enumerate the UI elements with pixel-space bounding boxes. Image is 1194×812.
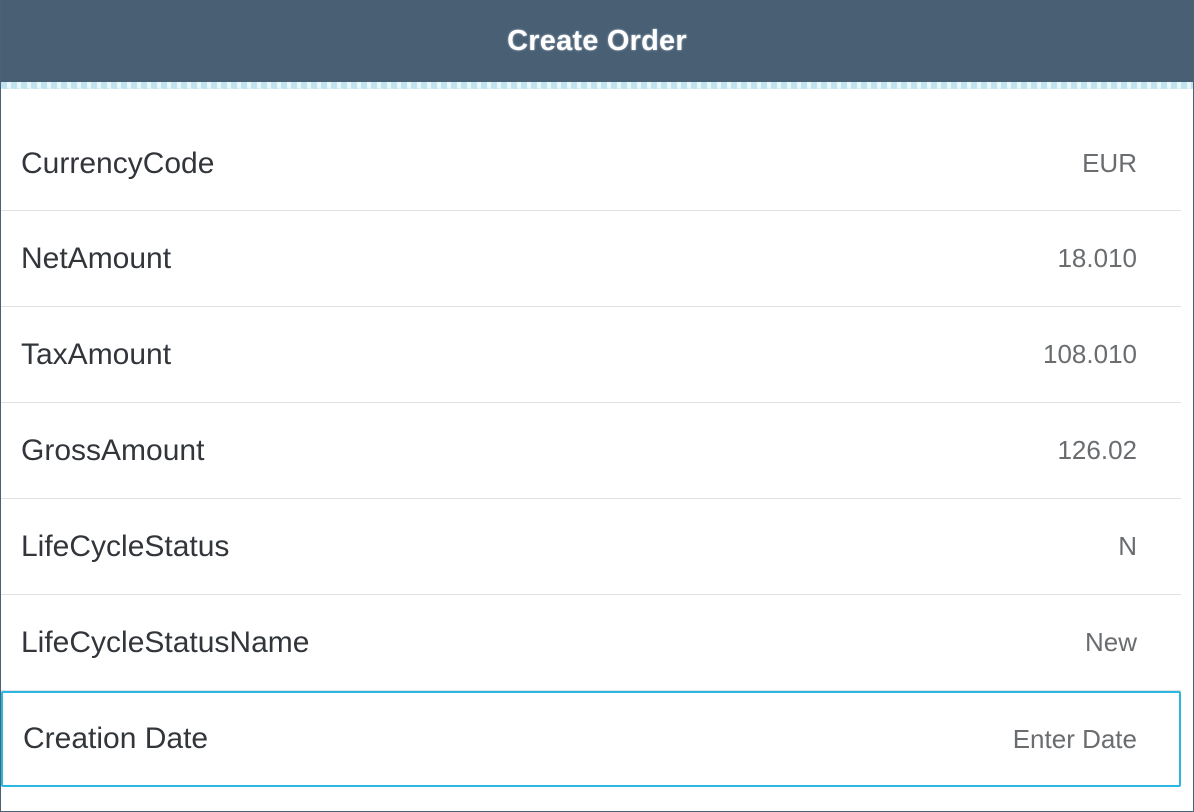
field-value: New: [1084, 627, 1137, 657]
field-value: 126.02: [1057, 435, 1137, 465]
page-title: Create Order: [507, 24, 687, 57]
field-row-tax-amount[interactable]: TaxAmount 108.010: [1, 307, 1181, 403]
field-label: CurrencyCode: [21, 146, 215, 180]
field-row-currency-code[interactable]: CurrencyCode EUR: [1, 117, 1181, 211]
order-field-list: CurrencyCode EUR NetAmount 18.010 TaxAmo…: [1, 117, 1193, 787]
creation-date-placeholder[interactable]: Enter Date: [1013, 724, 1137, 755]
field-label: LifeCycleStatusName: [21, 625, 310, 659]
field-value: EUR: [1082, 148, 1137, 178]
field-label: TaxAmount: [21, 337, 172, 371]
field-row-gross-amount[interactable]: GrossAmount 126.02: [1, 403, 1181, 499]
field-label: NetAmount: [21, 241, 172, 275]
create-order-screen: Create Order CurrencyCode EUR NetAmount …: [0, 0, 1194, 812]
field-value: 108.010: [1043, 339, 1137, 369]
field-value: N: [1118, 531, 1137, 561]
creation-date-field[interactable]: Creation Date Enter Date: [1, 691, 1181, 787]
creation-date-label: Creation Date: [23, 722, 209, 755]
field-label: LifeCycleStatus: [21, 529, 230, 563]
field-label: GrossAmount: [21, 433, 205, 467]
field-row-net-amount[interactable]: NetAmount 18.010: [1, 211, 1181, 307]
header-bar: Create Order: [1, 0, 1193, 82]
field-row-life-cycle-status-name[interactable]: LifeCycleStatusName New: [1, 595, 1181, 691]
header-divider: [1, 82, 1193, 89]
field-value: 18.010: [1057, 243, 1137, 273]
field-row-life-cycle-status[interactable]: LifeCycleStatus N: [1, 499, 1181, 595]
